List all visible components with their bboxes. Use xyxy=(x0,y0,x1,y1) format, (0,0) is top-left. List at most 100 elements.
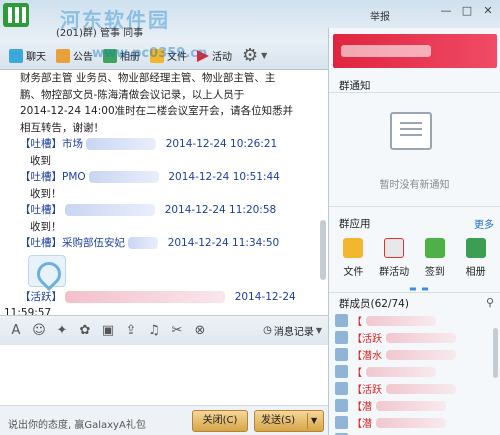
member-tag: 【 xyxy=(352,368,362,379)
member-tag: 【活跃 xyxy=(352,385,382,396)
member-item[interactable]: 【潜 xyxy=(329,414,500,431)
chat-scrollbar[interactable] xyxy=(320,220,326,280)
avatar xyxy=(335,399,348,412)
tab-notice[interactable]: 公告 xyxy=(53,45,96,67)
window-controls: — □ ✕ xyxy=(438,4,496,18)
maximize-button[interactable]: □ xyxy=(459,4,475,18)
ad-banner[interactable] xyxy=(333,34,497,68)
message-time: 2014-12-24 10:51:44 xyxy=(168,171,280,183)
member-item[interactable]: 【活跃 xyxy=(329,380,500,397)
blurred-name xyxy=(386,332,456,343)
message-text: 相互转告，谢谢！ xyxy=(20,121,104,134)
tab-notice-label: 公告 xyxy=(73,52,93,63)
image-icon[interactable]: ▣ xyxy=(100,323,116,338)
message-time: 2014-12-24 10:26:21 xyxy=(165,138,278,150)
close-window-button[interactable]: ✕ xyxy=(480,4,496,18)
avatar xyxy=(335,365,348,378)
app-file[interactable]: 文件 xyxy=(333,234,373,304)
member-item[interactable]: 【活跃 xyxy=(329,329,500,346)
sender-name[interactable]: 【吐槽】 xyxy=(20,204,62,216)
sender-name[interactable]: 【吐槽】采购部伍安妃 xyxy=(20,237,125,249)
member-tag: 【潜 xyxy=(352,419,372,430)
app-album[interactable]: 相册 xyxy=(456,234,496,304)
member-item[interactable]: 【 xyxy=(329,431,500,435)
tab-chat[interactable]: 聊天 xyxy=(6,45,49,67)
message-header: 【吐槽】市场 2014-12-24 10:26:21 xyxy=(20,136,328,153)
member-tag: 【潜水 xyxy=(352,351,382,362)
sender-name[interactable]: 【吐槽】PMO xyxy=(20,171,86,183)
emoji-icon[interactable]: ☺ xyxy=(31,323,47,338)
app-checkin[interactable]: 签到 xyxy=(415,234,455,304)
message-body: 收到 xyxy=(30,154,51,167)
sender-name[interactable]: 【活跃】 xyxy=(20,291,62,303)
member-item[interactable]: 【潜 xyxy=(329,397,500,414)
report-link[interactable]: 举报 xyxy=(370,8,390,23)
settings-button[interactable]: ⚙ ▼ xyxy=(239,45,270,67)
message-header: 【吐槽】采购部伍安妃 2014-12-24 11:34:50 xyxy=(20,235,328,252)
message-body: 收到！ xyxy=(30,187,62,200)
photo-icon xyxy=(465,238,486,258)
notice-panel: 暂时没有新通知 xyxy=(329,98,500,210)
right-panel: 群通知 暂时没有新通知 群应用 更多 文件 群活动 签到 相册 ▬ ▬ 群成员(… xyxy=(328,28,500,435)
notice-board-icon xyxy=(390,112,432,150)
message-text: 2014-12-24 14:00准时在二楼会议室开会，请各位知悉并 xyxy=(20,105,294,117)
message-time: 2014-12-24 11:34:50 xyxy=(167,237,280,249)
send-button[interactable]: 发送(S) ▼ xyxy=(254,410,324,432)
message-input[interactable] xyxy=(0,345,328,405)
close-button[interactable]: 关闭(C) xyxy=(192,410,248,432)
blurred-name xyxy=(386,383,456,394)
member-item[interactable]: 【潜水 xyxy=(329,346,500,363)
clear-icon[interactable]: ⊗ xyxy=(192,323,208,338)
member-item[interactable]: 【 xyxy=(329,363,500,380)
avatar xyxy=(335,382,348,395)
message-time: 2014-12-24 xyxy=(234,290,296,303)
message-time: 2014-12-24 11:20:58 xyxy=(164,204,277,216)
member-tag: 【 xyxy=(352,317,362,328)
chat-icon xyxy=(9,48,23,63)
sticker-icon[interactable]: ✿ xyxy=(77,323,93,338)
search-icon[interactable]: ⚲ xyxy=(486,296,494,309)
group-title: (201)群) 管事 同事 xyxy=(56,28,144,39)
chat-history[interactable]: 财务部主管 业务员、物业部经理主管、物业部主管、主 鹏、物控部文员-陈海清做会议… xyxy=(0,70,328,315)
minimize-button[interactable]: — xyxy=(438,4,454,18)
group-avatar-icon[interactable] xyxy=(3,3,29,27)
divider xyxy=(329,206,500,207)
member-list[interactable]: 【 【活跃 【潜水 【 【活跃 【潜 【潜 【 xyxy=(329,312,500,435)
tab-activity-label: 活动 xyxy=(212,52,232,63)
group-apps: 文件 群活动 签到 相册 xyxy=(329,234,500,304)
upload-icon[interactable]: ⇪ xyxy=(123,323,139,338)
sender-name[interactable]: 【吐槽】市场 xyxy=(20,138,83,150)
input-toolbar: A ☺ ✦ ✿ ▣ ⇪ ♫ ✂ ⊗ ◷ 消息记录 ▼ xyxy=(0,315,328,345)
member-item[interactable]: 【 xyxy=(329,312,500,329)
image-thumbnail[interactable] xyxy=(28,254,66,287)
promo-link[interactable]: 说出你的态度, 赢GalaxyA礼包 xyxy=(8,416,146,431)
avatar xyxy=(335,331,348,344)
app-label: 签到 xyxy=(424,267,445,278)
blurred-name xyxy=(376,417,446,428)
music-icon[interactable]: ♫ xyxy=(146,323,162,338)
magic-icon[interactable]: ✦ xyxy=(54,323,70,338)
members-title: 群成员(62/74) xyxy=(339,298,409,310)
blurred-name xyxy=(65,290,226,303)
history-button[interactable]: ◷ 消息记录 ▼ xyxy=(263,323,322,338)
message-body: 收到！ xyxy=(30,220,62,233)
avatar xyxy=(335,314,348,327)
more-link[interactable]: 更多 xyxy=(474,216,494,231)
send-divider xyxy=(307,413,308,429)
blurred-name xyxy=(86,138,157,150)
notice-empty-text: 暂时没有新通知 xyxy=(379,180,450,191)
scissors-icon[interactable]: ✂ xyxy=(169,323,185,338)
folder-icon xyxy=(343,238,364,258)
app-label: 文件 xyxy=(343,267,364,278)
chevron-down-icon: ▼ xyxy=(261,51,268,60)
send-label: 发送(S) xyxy=(261,415,296,426)
member-tag: 【潜 xyxy=(352,402,372,413)
gear-icon: ⚙ xyxy=(242,45,259,66)
blurred-name xyxy=(128,237,159,249)
member-scrollbar[interactable] xyxy=(493,328,498,378)
app-label: 相册 xyxy=(465,267,486,278)
avatar xyxy=(335,416,348,429)
font-icon[interactable]: A xyxy=(8,323,24,338)
app-activity[interactable]: 群活动 xyxy=(374,234,414,304)
chevron-down-icon[interactable]: ▼ xyxy=(311,411,317,431)
